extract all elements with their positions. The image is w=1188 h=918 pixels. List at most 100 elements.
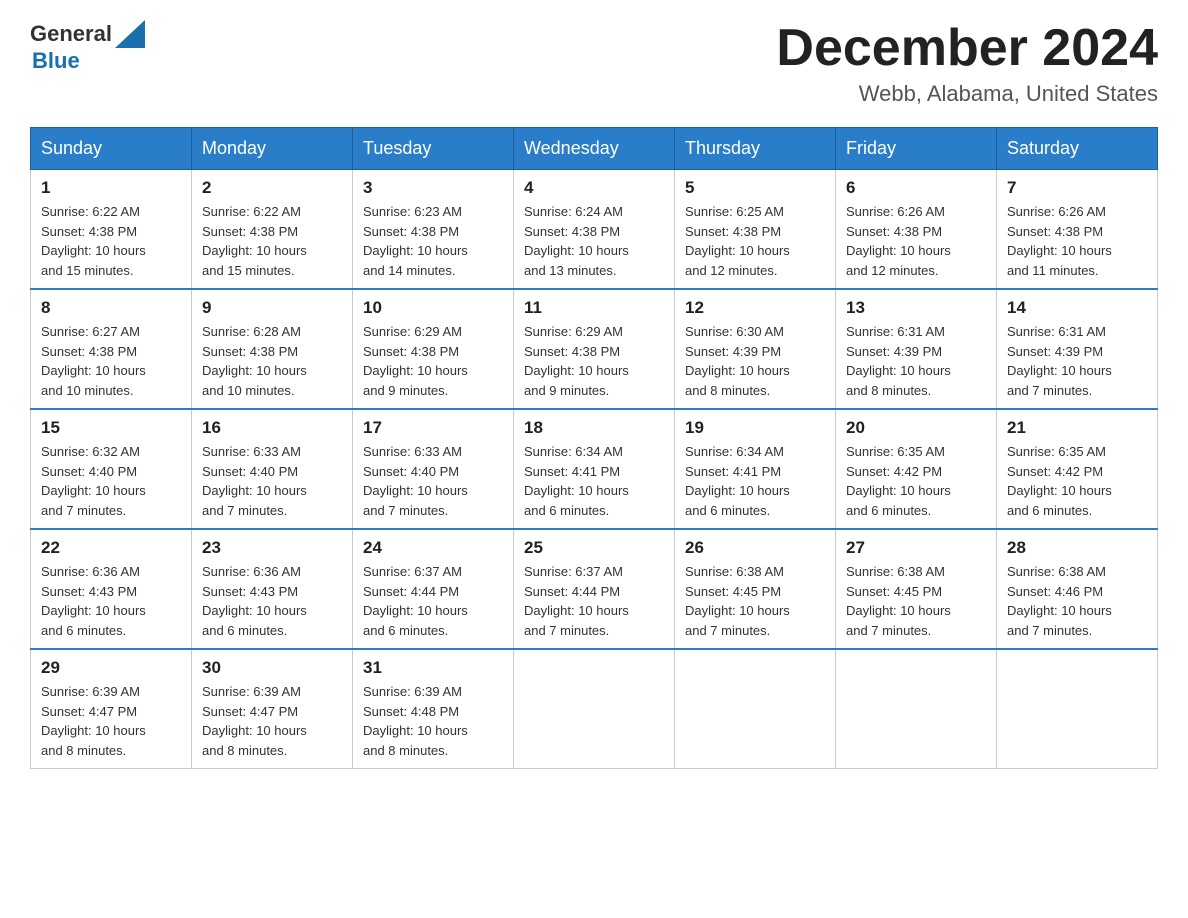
day-number: 15 (41, 418, 181, 438)
calendar-week-row-4: 22 Sunrise: 6:36 AMSunset: 4:43 PMDayligh… (31, 529, 1158, 649)
month-title: December 2024 (776, 20, 1158, 77)
day-number: 1 (41, 178, 181, 198)
calendar-cell: 23Sunrise: 6:36 AMSunset: 4:43 PMDayligh… (192, 529, 353, 649)
day-info: Sunrise: 6:38 AMSunset: 4:46 PMDaylight:… (1007, 562, 1147, 640)
calendar-cell: 22 Sunrise: 6:36 AMSunset: 4:43 PMDayligh… (31, 529, 192, 649)
calendar-week-row-5: 29 Sunrise: 6:39 AMSunset: 4:47 PMDayligh… (31, 649, 1158, 769)
day-number: 29 (41, 658, 181, 678)
day-info: Sunrise: 6:39 AMSunset: 4:48 PMDaylight:… (363, 682, 503, 760)
day-info: Sunrise: 6:31 AMSunset: 4:39 PMDaylight:… (846, 322, 986, 400)
day-number: 11 (524, 298, 664, 318)
day-header-wednesday: Wednesday (514, 128, 675, 170)
day-number: 17 (363, 418, 503, 438)
day-info: Sunrise: 6:31 AMSunset: 4:39 PMDaylight:… (1007, 322, 1147, 400)
day-info: Sunrise: 6:25 AMSunset: 4:38 PMDaylight:… (685, 202, 825, 280)
calendar-cell: 4 Sunrise: 6:24 AMSunset: 4:38 PMDaylight… (514, 170, 675, 290)
calendar-cell: 17 Sunrise: 6:33 AMSunset: 4:40 PMDayligh… (353, 409, 514, 529)
day-number: 30 (202, 658, 342, 678)
day-number: 14 (1007, 298, 1147, 318)
calendar-cell: 8 Sunrise: 6:27 AMSunset: 4:38 PMDaylight… (31, 289, 192, 409)
day-info: Sunrise: 6:26 AMSunset: 4:38 PMDaylight:… (846, 202, 986, 280)
calendar-cell: 19 Sunrise: 6:34 AMSunset: 4:41 PMDayligh… (675, 409, 836, 529)
day-number: 9 (202, 298, 342, 318)
calendar-table: SundayMondayTuesdayWednesdayThursdayFrid… (30, 127, 1158, 769)
day-info: Sunrise: 6:39 AMSunset: 4:47 PMDaylight:… (202, 682, 342, 760)
calendar-cell: 21 Sunrise: 6:35 AMSunset: 4:42 PMDayligh… (997, 409, 1158, 529)
calendar-header-row: SundayMondayTuesdayWednesdayThursdayFrid… (31, 128, 1158, 170)
day-number: 13 (846, 298, 986, 318)
day-number: 3 (363, 178, 503, 198)
calendar-week-row-3: 15 Sunrise: 6:32 AMSunset: 4:40 PMDayligh… (31, 409, 1158, 529)
day-header-monday: Monday (192, 128, 353, 170)
calendar-cell: 28 Sunrise: 6:38 AMSunset: 4:46 PMDayligh… (997, 529, 1158, 649)
calendar-cell: 5 Sunrise: 6:25 AMSunset: 4:38 PMDaylight… (675, 170, 836, 290)
day-number: 22 (41, 538, 181, 558)
calendar-cell: 15 Sunrise: 6:32 AMSunset: 4:40 PMDayligh… (31, 409, 192, 529)
day-number: 20 (846, 418, 986, 438)
calendar-cell: 6 Sunrise: 6:26 AMSunset: 4:38 PMDaylight… (836, 170, 997, 290)
page-header: General Blue December 2024 Webb, Alabama… (30, 20, 1158, 107)
day-info: Sunrise: 6:35 AMSunset: 4:42 PMDaylight:… (846, 442, 986, 520)
day-number: 24 (363, 538, 503, 558)
day-number: 5 (685, 178, 825, 198)
day-number: 19 (685, 418, 825, 438)
day-number: 26 (685, 538, 825, 558)
day-info: Sunrise: 6:38 AMSunset: 4:45 PMDaylight:… (685, 562, 825, 640)
day-number: 16 (202, 418, 342, 438)
day-info: Sunrise: 6:24 AMSunset: 4:38 PMDaylight:… (524, 202, 664, 280)
day-number: 28 (1007, 538, 1147, 558)
day-info: Sunrise: 6:23 AMSunset: 4:38 PMDaylight:… (363, 202, 503, 280)
day-header-thursday: Thursday (675, 128, 836, 170)
day-info: Sunrise: 6:34 AMSunset: 4:41 PMDaylight:… (685, 442, 825, 520)
day-info: Sunrise: 6:38 AMSunset: 4:45 PMDaylight:… (846, 562, 986, 640)
day-info: Sunrise: 6:22 AMSunset: 4:38 PMDaylight:… (202, 202, 342, 280)
logo-general-text: General (30, 21, 112, 47)
calendar-cell: 1 Sunrise: 6:22 AMSunset: 4:38 PMDaylight… (31, 170, 192, 290)
calendar-cell: 14 Sunrise: 6:31 AMSunset: 4:39 PMDayligh… (997, 289, 1158, 409)
day-info: Sunrise: 6:29 AMSunset: 4:38 PMDaylight:… (524, 322, 664, 400)
calendar-cell: 27 Sunrise: 6:38 AMSunset: 4:45 PMDayligh… (836, 529, 997, 649)
day-number: 23 (202, 538, 342, 558)
calendar-cell: 30 Sunrise: 6:39 AMSunset: 4:47 PMDayligh… (192, 649, 353, 769)
calendar-cell: 12 Sunrise: 6:30 AMSunset: 4:39 PMDayligh… (675, 289, 836, 409)
day-number: 6 (846, 178, 986, 198)
logo-triangle-icon (115, 20, 145, 48)
calendar-week-row-1: 1 Sunrise: 6:22 AMSunset: 4:38 PMDaylight… (31, 170, 1158, 290)
day-info: Sunrise: 6:36 AMSunset: 4:43 PMDaylight:… (41, 562, 181, 640)
day-number: 25 (524, 538, 664, 558)
day-info: Sunrise: 6:32 AMSunset: 4:40 PMDaylight:… (41, 442, 181, 520)
calendar-cell: 20 Sunrise: 6:35 AMSunset: 4:42 PMDayligh… (836, 409, 997, 529)
calendar-cell: 16 Sunrise: 6:33 AMSunset: 4:40 PMDayligh… (192, 409, 353, 529)
day-header-sunday: Sunday (31, 128, 192, 170)
day-number: 4 (524, 178, 664, 198)
calendar-cell: 10Sunrise: 6:29 AMSunset: 4:38 PMDayligh… (353, 289, 514, 409)
calendar-cell: 25Sunrise: 6:37 AMSunset: 4:44 PMDayligh… (514, 529, 675, 649)
calendar-cell: 13 Sunrise: 6:31 AMSunset: 4:39 PMDayligh… (836, 289, 997, 409)
day-info: Sunrise: 6:26 AMSunset: 4:38 PMDaylight:… (1007, 202, 1147, 280)
day-info: Sunrise: 6:30 AMSunset: 4:39 PMDaylight:… (685, 322, 825, 400)
calendar-cell: 7Sunrise: 6:26 AMSunset: 4:38 PMDaylight… (997, 170, 1158, 290)
day-info: Sunrise: 6:33 AMSunset: 4:40 PMDaylight:… (202, 442, 342, 520)
day-number: 12 (685, 298, 825, 318)
calendar-cell (514, 649, 675, 769)
location-subtitle: Webb, Alabama, United States (776, 81, 1158, 107)
day-number: 31 (363, 658, 503, 678)
calendar-cell: 3 Sunrise: 6:23 AMSunset: 4:38 PMDaylight… (353, 170, 514, 290)
calendar-cell (675, 649, 836, 769)
day-info: Sunrise: 6:33 AMSunset: 4:40 PMDaylight:… (363, 442, 503, 520)
calendar-cell (836, 649, 997, 769)
calendar-cell: 18 Sunrise: 6:34 AMSunset: 4:41 PMDayligh… (514, 409, 675, 529)
day-number: 8 (41, 298, 181, 318)
day-number: 18 (524, 418, 664, 438)
day-info: Sunrise: 6:27 AMSunset: 4:38 PMDaylight:… (41, 322, 181, 400)
day-info: Sunrise: 6:28 AMSunset: 4:38 PMDaylight:… (202, 322, 342, 400)
day-info: Sunrise: 6:22 AMSunset: 4:38 PMDaylight:… (41, 202, 181, 280)
calendar-cell: 9 Sunrise: 6:28 AMSunset: 4:38 PMDaylight… (192, 289, 353, 409)
day-number: 21 (1007, 418, 1147, 438)
day-number: 27 (846, 538, 986, 558)
day-header-friday: Friday (836, 128, 997, 170)
day-info: Sunrise: 6:35 AMSunset: 4:42 PMDaylight:… (1007, 442, 1147, 520)
day-info: Sunrise: 6:34 AMSunset: 4:41 PMDaylight:… (524, 442, 664, 520)
logo-blue-text: Blue (32, 48, 80, 73)
calendar-cell: 29Sunrise: 6:39 AMSunset: 4:47 PMDayligh… (31, 649, 192, 769)
